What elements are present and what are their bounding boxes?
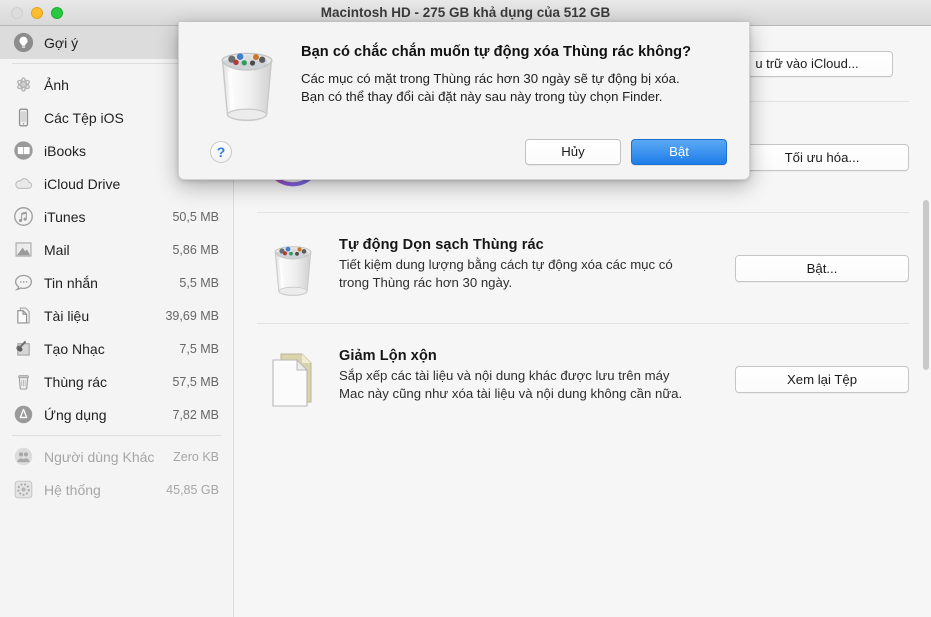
sidebar-item-system[interactable]: Hệ thống 45,85 GB [0, 473, 233, 506]
lightbulb-icon [12, 32, 34, 54]
section-title: Giảm Lộn xộn [339, 348, 437, 364]
vertical-scrollbar[interactable] [923, 200, 929, 370]
cancel-button[interactable]: Hủy [525, 139, 621, 165]
section-text: Tự động Dọn sạch Thùng rác Tiết kiệm dun… [339, 235, 689, 291]
turn-on-button[interactable]: Bật... [735, 255, 909, 282]
cloud-icon [12, 173, 34, 195]
sidebar-item-applications[interactable]: Ứng dụng 7,82 MB [0, 398, 233, 431]
documents-icon [261, 348, 325, 412]
sidebar-item-label: Mail [44, 241, 70, 258]
help-button[interactable]: ? [210, 141, 232, 163]
sidebar-item-itunes[interactable]: iTunes 50,5 MB [0, 200, 233, 233]
sidebar-item-size: 45,85 GB [166, 482, 219, 497]
chat-bubble-icon [12, 272, 34, 294]
dialog-message-line-2: Bạn có thể thay đổi cài đặt này sau này … [301, 89, 663, 104]
garageband-icon [12, 338, 34, 360]
trash-full-icon [261, 237, 325, 301]
sidebar-item-other-users[interactable]: Người dùng Khác Zero KB [0, 440, 233, 473]
sidebar-item-garageband[interactable]: Tạo Nhạc 7,5 MB [0, 332, 233, 365]
storage-management-window: Macintosh HD - 275 GB khả dụng của 512 G… [0, 0, 931, 617]
book-icon [12, 140, 34, 162]
trash-icon [12, 371, 34, 393]
section-empty-trash-automatically: Tự động Dọn sạch Thùng rác Tiết kiệm dun… [235, 213, 931, 323]
sidebar-item-label: Tạo Nhạc [44, 340, 105, 357]
sidebar-item-size: 5,5 MB [179, 275, 219, 290]
sidebar-item-size: 5,86 MB [172, 242, 219, 257]
gear-icon [12, 479, 34, 501]
photos-icon [12, 74, 34, 96]
sidebar-item-size: 7,5 MB [179, 341, 219, 356]
sidebar-item-label: Người dùng Khác [44, 448, 155, 465]
sidebar-item-label: iTunes [44, 208, 86, 225]
sidebar-item-label: Thùng rác [44, 373, 108, 390]
section-action: Tối ưu hóa... [735, 124, 909, 171]
section-text: Giảm Lộn xộn Sắp xếp các tài liệu và nội… [339, 346, 689, 402]
optimize-button[interactable]: Tối ưu hóa... [735, 144, 909, 171]
sidebar-divider-bottom [12, 435, 221, 436]
dialog-message-line-1: Các mục có mặt trong Thùng rác hơn 30 ng… [301, 71, 680, 86]
iphone-icon [12, 107, 34, 129]
sidebar-item-size: 50,5 MB [172, 209, 219, 224]
sidebar-item-size: Zero KB [173, 449, 219, 464]
sidebar-item-messages[interactable]: Tin nhắn 5,5 MB [0, 266, 233, 299]
section-description: Sắp xếp các tài liệu và nội dung khác đư… [339, 368, 683, 401]
dialog-title: Bạn có chắc chắn muốn tự động xóa Thùng … [301, 44, 692, 60]
dialog-button-row: Hủy Bật [525, 139, 727, 165]
sidebar-item-label: Ứng dụng [44, 406, 107, 423]
app-store-icon [12, 404, 34, 426]
sidebar-item-size: 39,69 MB [165, 308, 219, 323]
sidebar-item-size: 57,5 MB [172, 374, 219, 389]
section-action: Xem lại Tệp [735, 346, 909, 393]
music-note-icon [12, 206, 34, 228]
sidebar-item-label: Tài liệu [44, 307, 90, 324]
section-action: Bật... [735, 235, 909, 282]
sidebar-item-label: Tin nhắn [44, 274, 98, 291]
section-reduce-clutter: Giảm Lộn xộn Sắp xếp các tài liệu và nội… [235, 324, 931, 434]
documents-icon [12, 305, 34, 327]
trash-full-icon [209, 44, 285, 122]
sidebar-item-mail[interactable]: Mail 5,86 MB [0, 233, 233, 266]
confirm-empty-trash-dialog: Bạn có chắc chắn muốn tự động xóa Thùng … [178, 22, 750, 180]
mail-stamp-icon [12, 239, 34, 261]
sidebar-item-size: 7,82 MB [172, 407, 219, 422]
section-description: Tiết kiệm dung lượng bằng cách tự động x… [339, 257, 673, 290]
sidebar-item-documents[interactable]: Tài liệu 39,69 MB [0, 299, 233, 332]
section-title: Tự động Dọn sạch Thùng rác [339, 237, 544, 253]
users-icon [12, 446, 34, 468]
dialog-body: Bạn có chắc chắn muốn tự động xóa Thùng … [301, 44, 727, 106]
confirm-button[interactable]: Bật [631, 139, 727, 165]
sidebar-item-trash[interactable]: Thùng rác 57,5 MB [0, 365, 233, 398]
sidebar-item-label: Hệ thống [44, 481, 101, 498]
review-files-button[interactable]: Xem lại Tệp [735, 366, 909, 393]
